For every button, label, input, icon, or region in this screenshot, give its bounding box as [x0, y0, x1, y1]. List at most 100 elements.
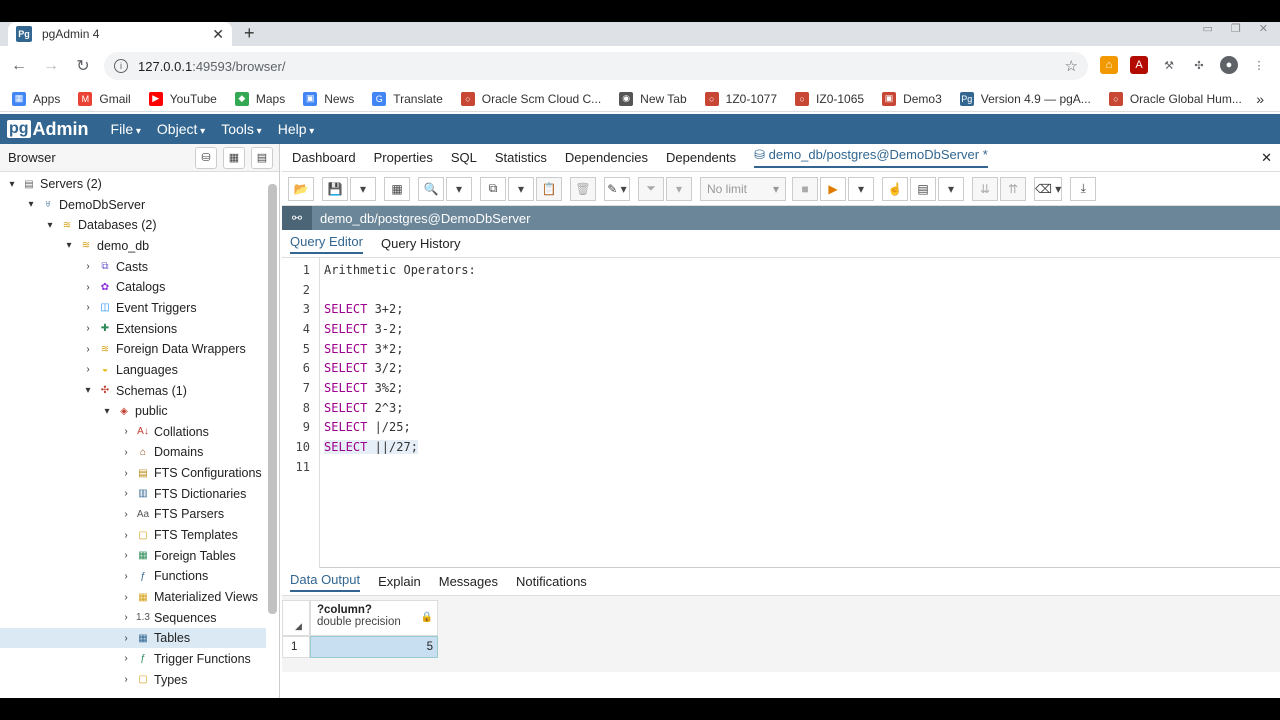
editor-line[interactable]: 8 SELECT 2^3;	[282, 398, 1242, 418]
bookmark-star-icon[interactable]: ☆	[1065, 57, 1078, 75]
execute-icon[interactable]: ▶	[820, 176, 846, 201]
tree-toggle-icon[interactable]: ›	[120, 550, 132, 561]
tree-node[interactable]: › ⧉ Casts	[0, 257, 266, 277]
tab-explain[interactable]: Explain	[378, 574, 421, 589]
download-icon[interactable]: ⤓	[1070, 176, 1097, 201]
menu-tools[interactable]: Tools	[221, 121, 262, 137]
tree-node[interactable]: › ✿ Catalogs	[0, 277, 266, 297]
find-icon[interactable]: 🔍	[418, 176, 444, 201]
row-limit-select[interactable]: No limit ▾	[700, 176, 786, 201]
tree-node[interactable]: › ƒ Trigger Functions	[0, 649, 266, 669]
tree-node[interactable]: › ▦ Tables	[0, 628, 266, 649]
reload-icon[interactable]: ↻	[70, 56, 96, 76]
explain-analyze-icon[interactable]: ▤	[910, 176, 936, 201]
site-info-icon[interactable]: i	[114, 59, 128, 73]
explain-icon[interactable]: ☝	[882, 176, 908, 201]
bookmark-item[interactable]: Pg Version 4.9 — pgA...	[959, 91, 1091, 106]
edit-grid-icon[interactable]: ▦	[384, 176, 410, 201]
forward-icon[interactable]: →	[38, 57, 64, 75]
profile-avatar-icon[interactable]: ●	[1220, 56, 1238, 74]
filter-dropdown-icon[interactable]: ▾	[666, 176, 692, 201]
bookmark-item[interactable]: ○ Oracle Scm Cloud C...	[460, 91, 601, 106]
filter-rows-icon[interactable]: ▤	[251, 146, 273, 169]
tree-toggle-icon[interactable]: ›	[120, 571, 132, 582]
editor-line[interactable]: 7 SELECT 3%2;	[282, 378, 1242, 398]
paste-icon[interactable]: 📋	[536, 176, 562, 201]
tree-toggle-icon[interactable]: ›	[120, 488, 132, 499]
bookmarks-overflow-icon[interactable]: »	[1256, 91, 1264, 107]
commit-icon[interactable]: ⇊	[972, 176, 998, 201]
tree-toggle-icon[interactable]: ›	[82, 302, 94, 313]
close-panel-icon[interactable]: ✕	[1261, 150, 1272, 166]
tree-node[interactable]: ▾ ◈ public	[0, 401, 266, 421]
editor-line[interactable]: 6 SELECT 3/2;	[282, 359, 1242, 379]
delete-icon[interactable]: 🗑	[570, 176, 596, 201]
bookmark-item[interactable]: ▣ Demo3	[882, 91, 942, 106]
tab-sql[interactable]: SQL	[451, 150, 477, 165]
connection-icon[interactable]: ⚯	[282, 206, 312, 230]
tab-dependents[interactable]: Dependents	[666, 150, 736, 165]
tree-toggle-icon[interactable]: ›	[120, 592, 132, 603]
tree-node[interactable]: › 1.3 Sequences	[0, 608, 266, 628]
editor-line[interactable]: 1 Arithmetic Operators:	[282, 260, 1242, 280]
clear-dropdown-icon[interactable]: ⌫ ▾	[1034, 176, 1063, 201]
extension-pdf-icon[interactable]: A	[1130, 56, 1148, 74]
tree-toggle-icon[interactable]: ›	[120, 653, 132, 664]
tree-node[interactable]: › A↓ Collations	[0, 422, 266, 442]
tree-toggle-icon[interactable]: ›	[82, 282, 94, 293]
copy-dropdown-icon[interactable]: ▾	[508, 176, 534, 201]
bookmark-item[interactable]: M Gmail	[78, 91, 131, 106]
tree-node[interactable]: › ▢ FTS Templates	[0, 525, 266, 545]
bookmark-item[interactable]: ◉ New Tab	[619, 91, 687, 106]
tree-toggle-icon[interactable]: ›	[120, 447, 132, 458]
rollback-icon[interactable]: ⇈	[1000, 176, 1026, 201]
tree-node[interactable]: › ◒ Languages	[0, 360, 266, 380]
menu-file[interactable]: File	[111, 121, 141, 137]
browser-tab[interactable]: Pg pgAdmin 4 ✕	[8, 22, 232, 46]
tree-toggle-icon[interactable]: ▾	[6, 179, 18, 190]
bookmark-item[interactable]: ▦ Apps	[12, 91, 60, 106]
editor-line[interactable]: 9 SELECT |/25;	[282, 418, 1242, 438]
tree-node[interactable]: › ▤ FTS Configurations	[0, 463, 266, 483]
tree-toggle-icon[interactable]: ›	[82, 344, 94, 355]
extensions-puzzle-icon[interactable]: ✣	[1190, 56, 1208, 74]
query-tool-icon[interactable]: ⛁	[195, 146, 217, 169]
tab-query-history[interactable]: Query History	[381, 236, 460, 251]
copy-icon[interactable]: ⧉	[480, 176, 506, 201]
view-data-icon[interactable]: ▦	[223, 146, 245, 169]
tree-toggle-icon[interactable]: ›	[120, 468, 132, 479]
grid-corner[interactable]: ◢	[282, 600, 310, 636]
edit-dropdown-icon[interactable]: ✎ ▾	[604, 176, 630, 201]
tab-dependencies[interactable]: Dependencies	[565, 150, 648, 165]
tree-toggle-icon[interactable]: ▾	[101, 406, 113, 417]
tab-data-output[interactable]: Data Output	[290, 572, 361, 592]
save-dropdown-icon[interactable]: ▾	[350, 176, 376, 201]
editor-line[interactable]: 5 SELECT 3*2;	[282, 339, 1242, 359]
filter-icon[interactable]: ⏷	[638, 176, 664, 201]
tree-vertical-scrollbar[interactable]	[268, 184, 277, 614]
tab-properties[interactable]: Properties	[374, 150, 433, 165]
tab-dashboard[interactable]: Dashboard	[292, 150, 356, 165]
tree-node[interactable]: › ✚ Extensions	[0, 319, 266, 339]
back-icon[interactable]: ←	[6, 57, 32, 75]
tree-toggle-icon[interactable]: ›	[120, 530, 132, 541]
extension-tool-icon[interactable]: ⚒	[1160, 56, 1178, 74]
bookmark-item[interactable]: ▶ YouTube	[148, 91, 217, 106]
tree-toggle-icon[interactable]: ›	[120, 612, 132, 623]
execute-dropdown-icon[interactable]: ▾	[848, 176, 874, 201]
tree-toggle-icon[interactable]: ›	[120, 674, 132, 685]
tree-node[interactable]: › ◫ Event Triggers	[0, 298, 266, 318]
open-file-icon[interactable]: 📂	[288, 176, 314, 201]
close-tab-icon[interactable]: ✕	[212, 26, 224, 43]
bookmark-item[interactable]: ▣ News	[303, 91, 354, 106]
tree-node[interactable]: ▾ ♅ DemoDbServer	[0, 195, 266, 215]
bookmark-item[interactable]: G Translate	[372, 91, 443, 106]
find-dropdown-icon[interactable]: ▾	[446, 176, 472, 201]
tree-node[interactable]: ▾ ≋ demo_db	[0, 236, 266, 256]
row-number[interactable]: 1	[282, 636, 310, 658]
tree-toggle-icon[interactable]: ›	[120, 633, 132, 644]
tree-node[interactable]: › Aa FTS Parsers	[0, 504, 266, 524]
save-file-icon[interactable]: 💾	[322, 176, 348, 201]
minimize-icon[interactable]: ▭	[1203, 22, 1213, 35]
tree-toggle-icon[interactable]: ›	[82, 323, 94, 334]
